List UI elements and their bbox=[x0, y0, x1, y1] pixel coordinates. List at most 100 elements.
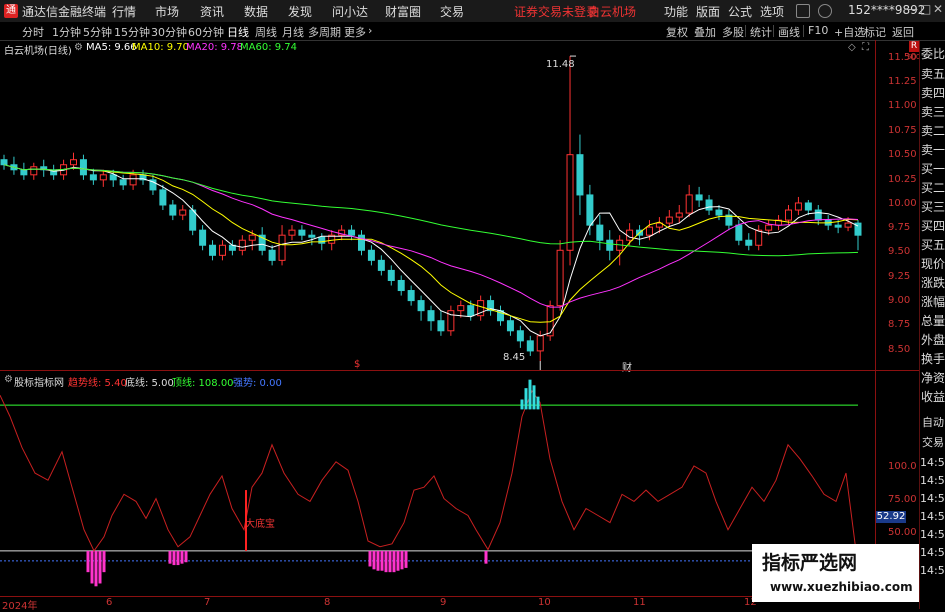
toolbar-divider bbox=[803, 25, 804, 37]
user-icon[interactable] bbox=[818, 4, 832, 18]
side-netasset[interactable]: 净资 bbox=[920, 368, 945, 388]
side-turnover[interactable]: 换手 bbox=[920, 349, 945, 369]
side-buy4[interactable]: 买四 bbox=[920, 216, 945, 236]
top-signal-bar bbox=[520, 399, 524, 410]
candle-body bbox=[586, 194, 594, 226]
candle-body bbox=[665, 216, 673, 224]
menu-gongneng[interactable]: 功能 bbox=[664, 3, 688, 20]
menu-caifuquan[interactable]: 财富圈 bbox=[385, 3, 421, 20]
candle-body bbox=[99, 174, 107, 181]
side-buy5[interactable]: 买五 bbox=[920, 235, 945, 255]
candle-body bbox=[288, 229, 296, 236]
bottom-signal-bar bbox=[368, 550, 372, 567]
side-auto[interactable]: 自动 bbox=[920, 413, 945, 433]
top-signal-bar bbox=[528, 379, 532, 410]
side-eps[interactable]: 收益 bbox=[920, 387, 945, 407]
candle-body bbox=[526, 340, 534, 352]
candle-body bbox=[506, 320, 514, 332]
candle-body bbox=[79, 159, 87, 176]
period-60min[interactable]: 60分钟 bbox=[188, 24, 224, 40]
side-outer[interactable]: 外盘 bbox=[920, 330, 945, 350]
menu-zixun[interactable]: 资讯 bbox=[200, 3, 224, 20]
chevron-right-icon[interactable]: › bbox=[368, 24, 372, 37]
side-sell3[interactable]: 卖三 bbox=[920, 102, 945, 122]
side-change-pct[interactable]: 涨幅 bbox=[920, 292, 945, 312]
menu-gongshi[interactable]: 公式 bbox=[728, 3, 752, 20]
menu-hangqing[interactable]: 行情 bbox=[112, 3, 136, 20]
side-sell2[interactable]: 卖二 bbox=[920, 121, 945, 141]
period-daily[interactable]: 日线 bbox=[227, 24, 249, 40]
bottom-signal-bar bbox=[404, 550, 408, 568]
side-buy3[interactable]: 买三 bbox=[920, 197, 945, 217]
high-price-label: 11.48 bbox=[546, 59, 575, 70]
tool-duogu[interactable]: 多股 bbox=[722, 24, 744, 40]
bottom-signal-bar bbox=[388, 550, 392, 573]
date-tick: 11 bbox=[633, 597, 646, 608]
candle-body bbox=[576, 154, 584, 196]
tool-diejia[interactable]: 叠加 bbox=[694, 24, 716, 40]
watermark: 指标严选网 www.xuezhibiao.com bbox=[752, 544, 919, 602]
side-buy2[interactable]: 买二 bbox=[920, 178, 945, 198]
tool-fuquan[interactable]: 复权 bbox=[666, 24, 688, 40]
event-marker-s[interactable]: $ bbox=[354, 359, 360, 370]
candle-body bbox=[367, 249, 375, 261]
date-tick: 7 bbox=[204, 597, 211, 608]
side-volume[interactable]: 总量 bbox=[920, 311, 945, 331]
side-weibi[interactable]: 委比 bbox=[920, 44, 945, 64]
close-icon[interactable]: ✕ bbox=[933, 2, 943, 16]
y-tick: 11.00 bbox=[888, 100, 917, 111]
tool-huaxian[interactable]: 画线 bbox=[778, 24, 800, 40]
trade-login-notice[interactable]: 证券交易未登录 bbox=[514, 3, 598, 20]
side-sell1[interactable]: 卖一 bbox=[920, 140, 945, 160]
period-monthly[interactable]: 月线 bbox=[282, 24, 304, 40]
side-price[interactable]: 现价 bbox=[920, 254, 945, 274]
period-5min[interactable]: 5分钟 bbox=[83, 24, 112, 40]
message-icon[interactable] bbox=[796, 4, 810, 18]
side-trade[interactable]: 交易 bbox=[920, 433, 945, 453]
bottom-signal-bar bbox=[384, 550, 388, 573]
tick-time: 14:56 bbox=[920, 492, 945, 505]
menu-shuju[interactable]: 数据 bbox=[244, 3, 268, 20]
y-tick: 10.25 bbox=[888, 174, 917, 185]
tool-fanhui[interactable]: 返回 bbox=[892, 24, 914, 40]
bottom-signal-bar bbox=[484, 550, 488, 564]
period-multi[interactable]: 多周期 bbox=[308, 24, 341, 40]
candle-body bbox=[695, 194, 703, 201]
candle-body bbox=[556, 249, 564, 307]
tool-add-favorite[interactable]: +自选 bbox=[834, 24, 865, 40]
menu-jiaoyi[interactable]: 交易 bbox=[440, 3, 464, 20]
period-more[interactable]: 更多 bbox=[344, 24, 366, 40]
tool-f10[interactable]: F10 bbox=[808, 24, 828, 37]
side-change[interactable]: 涨跌 bbox=[920, 273, 945, 293]
tick-time: 14:56 bbox=[920, 510, 945, 523]
menu-faxian[interactable]: 发现 bbox=[288, 3, 312, 20]
period-15min[interactable]: 15分钟 bbox=[114, 24, 150, 40]
trend-line bbox=[0, 389, 857, 552]
side-sell5[interactable]: 卖五 bbox=[920, 64, 945, 84]
bottom-signal-bar bbox=[400, 550, 404, 570]
tool-tongji[interactable]: 统计 bbox=[750, 24, 772, 40]
indicator-chart[interactable] bbox=[0, 370, 875, 596]
period-30min[interactable]: 30分钟 bbox=[151, 24, 187, 40]
candle-body bbox=[536, 335, 544, 352]
candle-body bbox=[407, 290, 415, 302]
side-buy1[interactable]: 买一 bbox=[920, 159, 945, 179]
minimize-icon[interactable]: — bbox=[906, 2, 918, 16]
big-bottom-annotation: 大底宝 bbox=[245, 519, 275, 530]
candlestick-chart[interactable] bbox=[0, 40, 875, 370]
period-1min[interactable]: 1分钟 bbox=[52, 24, 81, 40]
candle-body bbox=[129, 174, 137, 186]
menu-xuanxiang[interactable]: 选项 bbox=[760, 3, 784, 20]
menu-banmian[interactable]: 版面 bbox=[696, 3, 720, 20]
indicator-current-value: 52.92 bbox=[876, 511, 906, 523]
side-sell4[interactable]: 卖四 bbox=[920, 83, 945, 103]
tool-biaoji[interactable]: 标记 bbox=[864, 24, 886, 40]
period-weekly[interactable]: 周线 bbox=[255, 24, 277, 40]
menu-shichang[interactable]: 市场 bbox=[155, 3, 179, 20]
period-fenshi[interactable]: 分时 bbox=[22, 24, 44, 40]
maximize-icon[interactable]: □ bbox=[920, 2, 931, 16]
candle-body bbox=[248, 234, 256, 241]
current-stock-name: 白云机场 bbox=[588, 5, 637, 19]
candle-body bbox=[308, 234, 316, 238]
menu-wenxiaoda[interactable]: 问小达 bbox=[332, 3, 368, 20]
